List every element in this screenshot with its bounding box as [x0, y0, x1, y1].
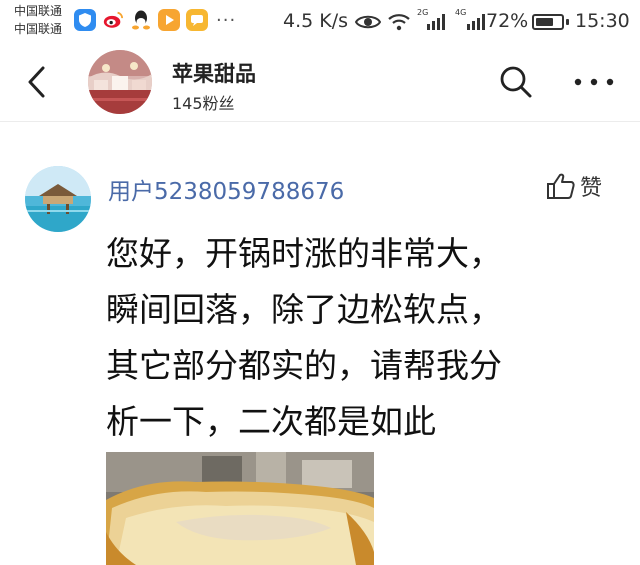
- user-avatar[interactable]: [25, 166, 91, 232]
- signal-2g-icon: 2G: [417, 8, 449, 34]
- shield-app-icon: [74, 9, 96, 31]
- comment-photo[interactable]: [106, 452, 374, 565]
- follower-count: 145粉丝: [172, 94, 235, 113]
- carrier-label-2: 中国联通: [14, 22, 63, 36]
- comment-line: 您好，开锅时涨的非常大，: [106, 234, 502, 273]
- battery-percent: 72%: [486, 10, 529, 32]
- video-app-icon: [158, 9, 180, 31]
- more-notifications: ···: [216, 9, 237, 31]
- page-header: 苹果甜品 145粉丝: [0, 44, 640, 122]
- eye-icon: [355, 15, 381, 29]
- message-app-icon: [186, 9, 208, 31]
- comment-line: 瞬间回落，除了边松软点，: [106, 290, 502, 329]
- battery-tip: [566, 19, 569, 25]
- notification-icons: ···: [74, 9, 236, 31]
- clock: 15:30: [575, 10, 630, 32]
- page-title: 苹果甜品: [172, 62, 256, 86]
- weibo-icon: [102, 9, 124, 31]
- comment-username[interactable]: 用户5238059788676: [108, 172, 344, 206]
- back-arrow-icon[interactable]: [20, 64, 56, 100]
- comment-line: 其它部分都实的，请帮我分: [106, 346, 502, 385]
- search-icon[interactable]: [498, 64, 534, 100]
- more-horizontal-icon[interactable]: [572, 76, 616, 88]
- like-button[interactable]: 赞: [546, 170, 602, 202]
- comment-body: 您好，开锅时涨的非常大， 瞬间回落，除了边松软点， 其它部分都实的，请帮我分 析…: [106, 226, 596, 450]
- thumbs-up-icon: [547, 173, 575, 199]
- wifi-icon: [388, 14, 410, 31]
- network-speed: 4.5 K/s: [283, 10, 349, 32]
- signal-4g-icon: 4G: [455, 8, 489, 34]
- system-icons: 2G 4G: [355, 8, 489, 34]
- qq-penguin-icon: [130, 9, 152, 31]
- battery-icon: [532, 14, 564, 30]
- comment-line: 析一下，二次都是如此: [106, 402, 436, 441]
- like-label: 赞: [580, 176, 603, 201]
- status-bar: 中国联通 中国联通 ··· 4.5 K/s 2G 4G 72% 15:30: [0, 0, 640, 44]
- shop-avatar[interactable]: [88, 50, 152, 114]
- carrier-label-1: 中国联通: [14, 4, 63, 18]
- battery-level: [536, 18, 553, 26]
